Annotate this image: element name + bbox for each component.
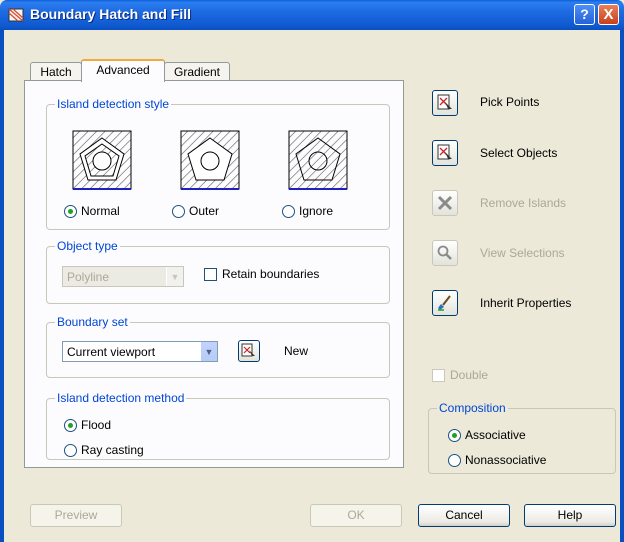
pick-points-label: Pick Points <box>480 95 540 109</box>
composition-title: Composition <box>437 401 508 415</box>
close-button[interactable]: X <box>598 4 619 25</box>
radio-normal-dot[interactable] <box>64 204 77 218</box>
window-frame-left <box>0 30 4 542</box>
radio-nonassociative-label: Nonassociative <box>465 453 547 467</box>
boundary-set-title: Boundary set <box>55 315 130 329</box>
view-selections-button[interactable] <box>432 240 458 266</box>
radio-nonassociative-dot[interactable] <box>448 453 461 467</box>
island-detection-method-title: Island detection method <box>55 391 187 405</box>
radio-ignore-dot[interactable] <box>282 204 295 218</box>
double-checkbox[interactable]: Double <box>432 368 488 382</box>
select-objects-label: Select Objects <box>480 146 558 160</box>
app-icon <box>8 8 24 22</box>
normal-preview-image <box>72 130 132 190</box>
ok-button[interactable]: OK <box>310 504 402 527</box>
inherit-properties-label: Inherit Properties <box>480 296 572 310</box>
chevron-down-icon[interactable]: ▼ <box>166 267 183 286</box>
tab-gradient[interactable]: Gradient <box>164 62 230 82</box>
preview-button[interactable]: Preview <box>30 504 122 527</box>
radio-normal-label: Normal <box>81 204 120 218</box>
tab-advanced[interactable]: Advanced <box>81 59 165 82</box>
radio-outer-label: Outer <box>189 204 220 218</box>
radio-outer-dot[interactable] <box>172 204 185 218</box>
radio-ray-casting-label: Ray casting <box>81 443 144 457</box>
radio-nonassociative[interactable]: Nonassociative <box>448 453 546 467</box>
radio-ignore[interactable]: Ignore <box>282 204 333 218</box>
window-frame-right <box>620 30 624 542</box>
outer-preview-image <box>180 130 240 190</box>
remove-islands-label: Remove Islands <box>480 196 567 210</box>
retain-boundaries-checkbox[interactable]: Retain boundaries <box>204 267 319 281</box>
select-objects-button[interactable] <box>432 140 458 166</box>
select-objects-icon <box>437 144 452 161</box>
remove-icon <box>437 195 453 211</box>
boundary-set-value: Current viewport <box>67 344 156 359</box>
radio-ray-casting-dot[interactable] <box>64 443 77 457</box>
retain-boundaries-box[interactable] <box>204 267 217 281</box>
tab-hatch[interactable]: Hatch <box>30 62 82 82</box>
pick-points-icon <box>437 94 452 111</box>
radio-outer[interactable]: Outer <box>172 204 219 218</box>
radio-associative-dot[interactable] <box>448 428 461 442</box>
radio-normal[interactable]: Normal <box>64 204 120 218</box>
ignore-preview-image <box>288 130 348 190</box>
select-objects-icon <box>241 343 255 358</box>
double-label: Double <box>450 368 489 382</box>
retain-boundaries-label: Retain boundaries <box>222 267 320 281</box>
radio-flood-dot[interactable] <box>64 418 77 432</box>
radio-ignore-label: Ignore <box>299 204 334 218</box>
pick-points-button[interactable] <box>432 90 458 116</box>
remove-islands-button[interactable] <box>432 190 458 216</box>
island-detection-style-title: Island detection style <box>55 97 172 111</box>
radio-associative-label: Associative <box>465 428 526 442</box>
new-label: New <box>284 344 309 358</box>
title-bar[interactable]: Boundary Hatch and Fill ? X <box>0 0 624 30</box>
radio-flood[interactable]: Flood <box>64 418 111 432</box>
new-boundary-set-button[interactable] <box>238 340 260 362</box>
object-type-title: Object type <box>55 239 120 253</box>
view-selections-label: View Selections <box>480 246 565 260</box>
radio-flood-label: Flood <box>81 418 112 432</box>
object-type-value: Polyline <box>67 269 110 284</box>
help-title-button[interactable]: ? <box>574 4 595 25</box>
radio-associative[interactable]: Associative <box>448 428 526 442</box>
help-button[interactable]: Help <box>524 504 616 527</box>
cancel-button[interactable]: Cancel <box>418 504 510 527</box>
window-title: Boundary Hatch and Fill <box>30 6 192 22</box>
chevron-down-icon[interactable]: ▼ <box>200 342 217 361</box>
double-box[interactable] <box>432 368 445 382</box>
object-type-select[interactable]: Polyline ▼ <box>62 266 184 287</box>
inherit-properties-button[interactable] <box>432 290 458 316</box>
magnifier-icon <box>437 245 452 260</box>
paintbrush-icon <box>438 295 451 311</box>
radio-ray-casting[interactable]: Ray casting <box>64 443 144 457</box>
boundary-set-select[interactable]: Current viewport ▼ <box>62 341 218 362</box>
